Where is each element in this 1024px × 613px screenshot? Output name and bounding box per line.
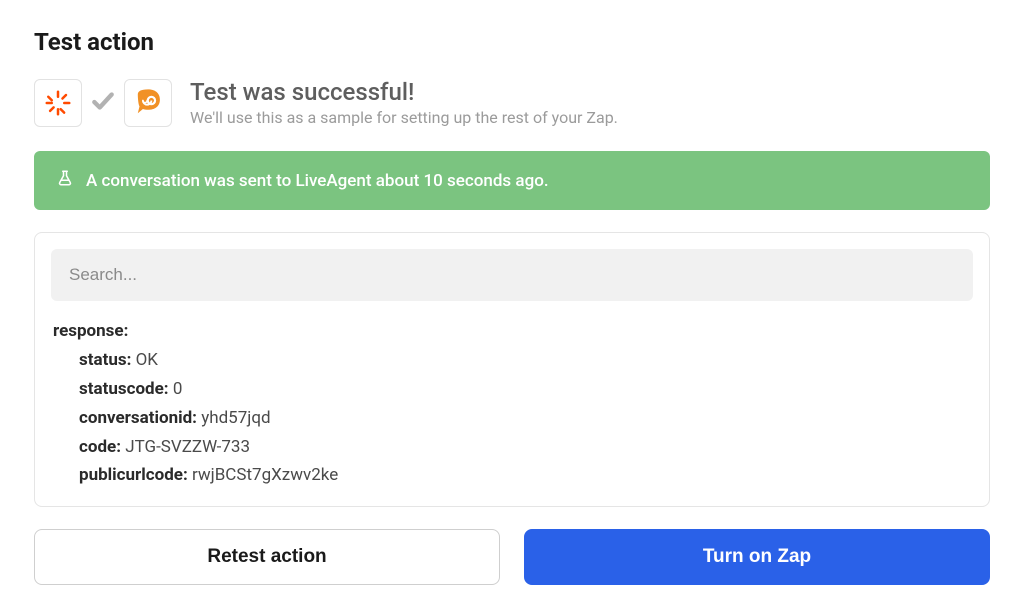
flask-icon	[56, 169, 74, 192]
kv-key-publicurlcode: publicurlcode:	[79, 465, 188, 485]
notice-text: A conversation was sent to LiveAgent abo…	[86, 171, 549, 191]
response-label: response:	[53, 321, 128, 341]
kv-key-status: status:	[79, 350, 131, 370]
success-text-block: Test was successful! We'll use this as a…	[190, 78, 618, 127]
kv-val-status: OK	[136, 350, 158, 370]
response-block: response: status: OK statuscode: 0 conve…	[51, 317, 973, 490]
kv-key-statuscode: statuscode:	[79, 379, 169, 399]
retest-button[interactable]: Retest action	[34, 529, 500, 585]
success-title: Test was successful!	[190, 78, 618, 106]
button-row: Retest action Turn on Zap	[34, 529, 990, 585]
kv-val-conversationid: yhd57jqd	[201, 408, 270, 428]
liveagent-icon	[124, 79, 172, 127]
kv-val-code: JTG-SVZZW-733	[125, 437, 250, 457]
app-icon-chain	[34, 79, 172, 127]
notice-bar: A conversation was sent to LiveAgent abo…	[34, 151, 990, 210]
kv-key-conversationid: conversationid:	[79, 408, 197, 428]
kv-val-publicurlcode: rwjBCSt7gXzwv2ke	[192, 465, 338, 485]
check-icon	[90, 88, 116, 118]
kv-val-statuscode: 0	[173, 379, 183, 399]
results-panel: response: status: OK statuscode: 0 conve…	[34, 232, 990, 507]
kv-key-code: code:	[79, 437, 121, 457]
search-input[interactable]	[51, 249, 973, 301]
zapier-icon	[34, 79, 82, 127]
success-subtitle: We'll use this as a sample for setting u…	[190, 108, 618, 127]
success-row: Test was successful! We'll use this as a…	[34, 78, 990, 127]
page-title: Test action	[34, 28, 990, 56]
turn-on-zap-button[interactable]: Turn on Zap	[524, 529, 990, 585]
